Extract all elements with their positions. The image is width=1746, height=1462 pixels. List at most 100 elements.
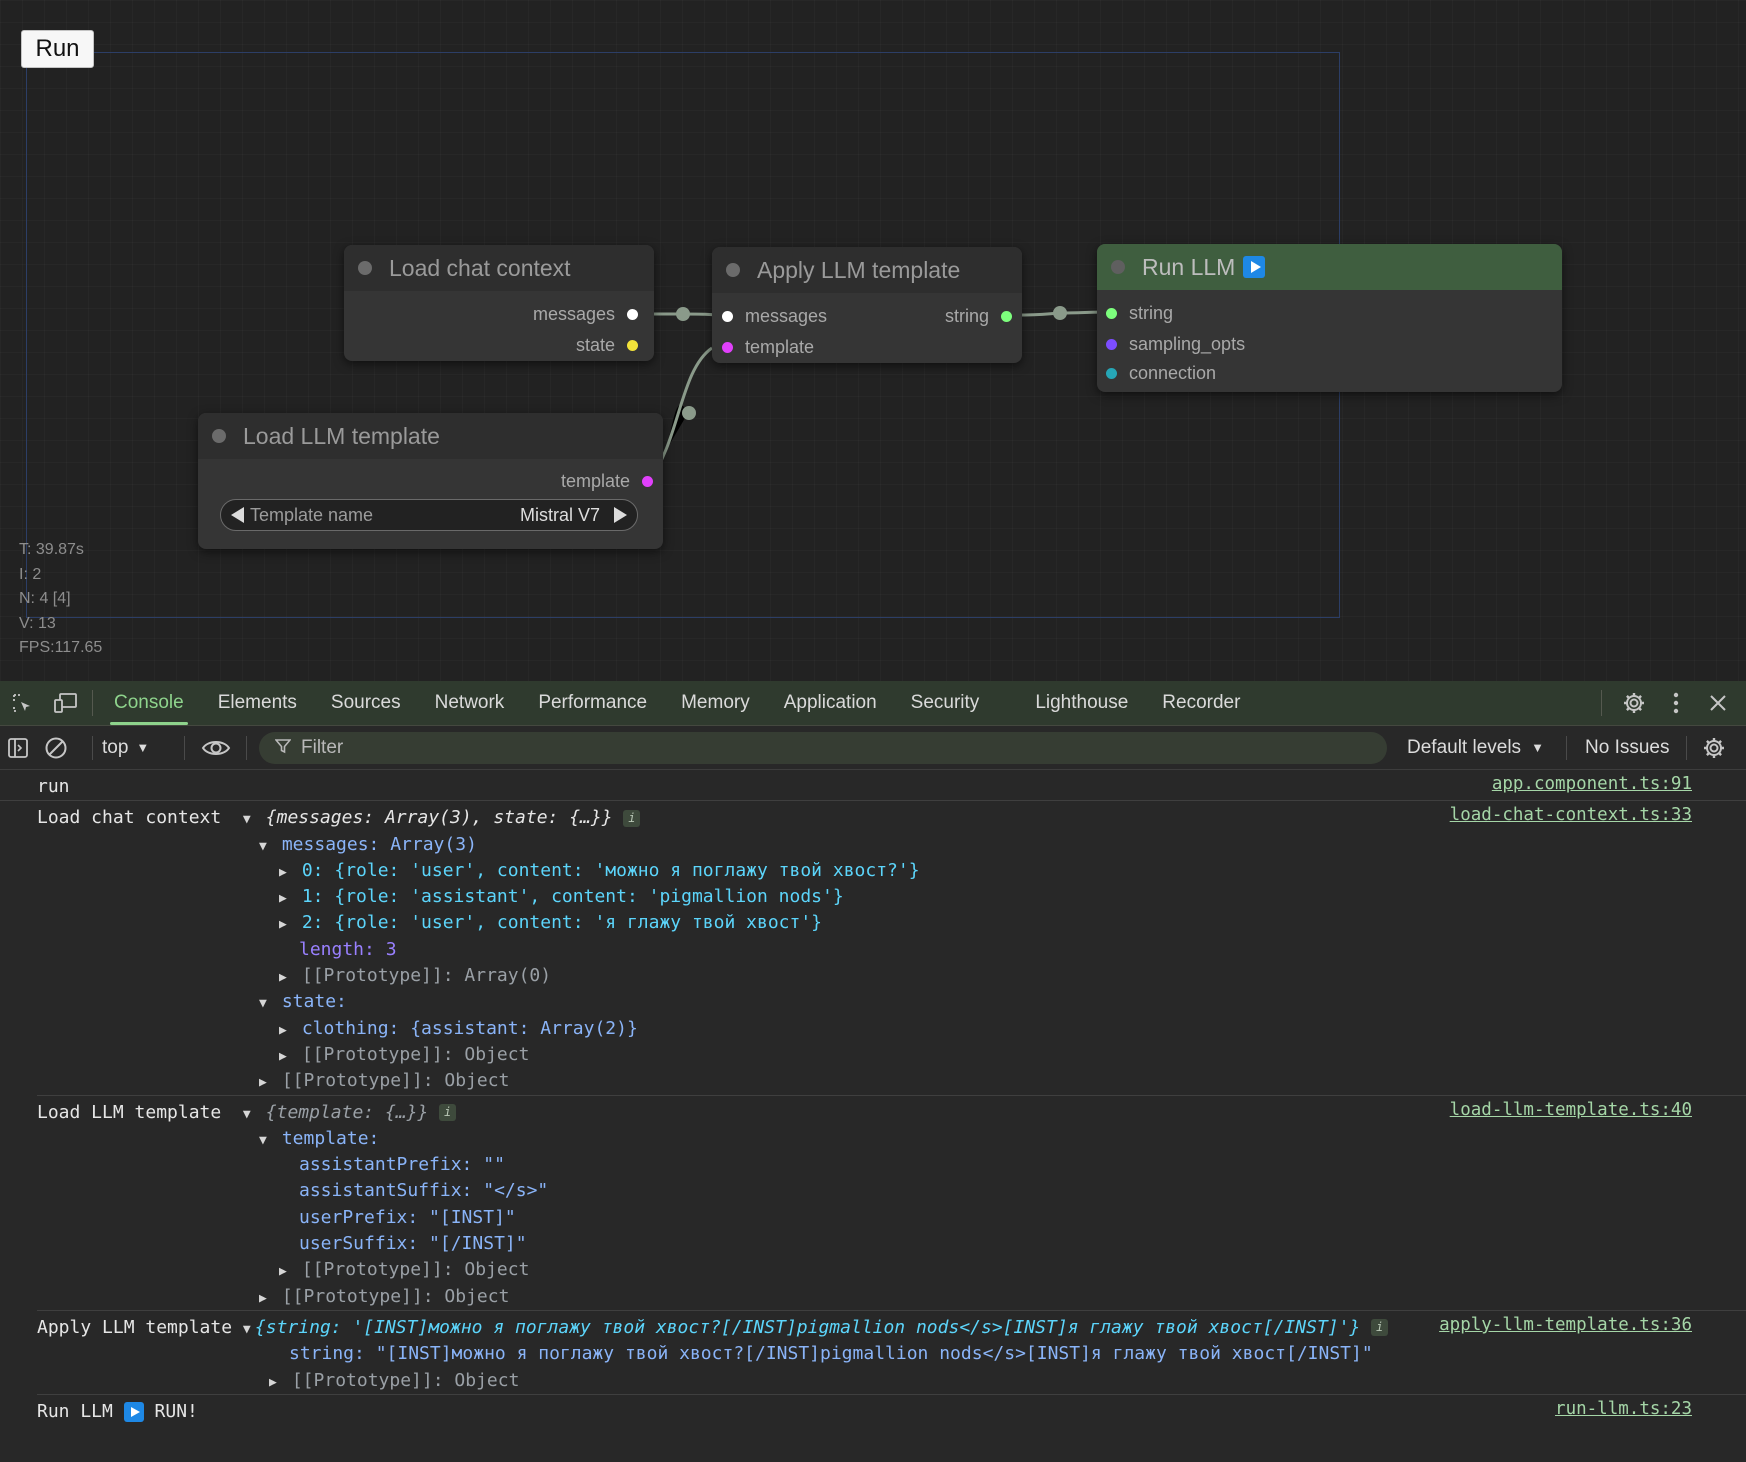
expand-triangle-icon[interactable]: ▼: [259, 991, 271, 1017]
output-slot-string[interactable]: string: [945, 306, 1012, 327]
console-message-load-llm-template: load-llm-template.ts:40 Load LLM templat…: [37, 1096, 1746, 1311]
prototype-object[interactable]: [[Prototype]]: Object: [302, 1259, 530, 1280]
tab-recorder[interactable]: Recorder: [1145, 681, 1257, 725]
slot-dot[interactable]: [722, 342, 733, 353]
expand-triangle-icon[interactable]: ▼: [243, 807, 255, 833]
more-options-icon[interactable]: [1658, 681, 1694, 725]
device-toolbar-icon[interactable]: [44, 681, 88, 725]
expand-triangle-icon[interactable]: ▼: [243, 1317, 255, 1341]
tab-performance[interactable]: Performance: [521, 681, 664, 725]
expand-triangle-icon[interactable]: ▶: [269, 1370, 281, 1396]
property-clothing[interactable]: clothing: {assistant: Array(2)}: [302, 1018, 638, 1039]
object-summary[interactable]: {template: {…}}: [266, 1102, 429, 1123]
expand-triangle-icon[interactable]: ▼: [259, 834, 271, 860]
expand-triangle-icon[interactable]: ▶: [279, 1044, 291, 1070]
clear-console-icon[interactable]: [36, 726, 76, 770]
node-title[interactable]: Run LLM: [1097, 244, 1562, 290]
tab-lighthouse[interactable]: Lighthouse: [1018, 681, 1145, 725]
prototype-object[interactable]: [[Prototype]]: Object: [292, 1370, 520, 1391]
output-slot-state[interactable]: state: [576, 335, 638, 356]
tab-network[interactable]: Network: [418, 681, 522, 725]
slot-dot[interactable]: [627, 309, 638, 320]
property-assistant-suffix: assistantSuffix: "</s>": [299, 1180, 549, 1202]
inspect-element-icon[interactable]: [0, 681, 44, 725]
slot-label: state: [575, 335, 615, 355]
tab-security[interactable]: Security: [894, 681, 997, 725]
slot-dot[interactable]: [627, 340, 638, 351]
info-icon: i: [623, 809, 641, 827]
slot-dot[interactable]: [1001, 311, 1012, 322]
input-slot-template[interactable]: template: [722, 337, 814, 358]
tab-elements[interactable]: Elements: [201, 681, 314, 725]
context-select[interactable]: top ▼: [102, 737, 149, 759]
combo-prev-arrow-icon[interactable]: [231, 507, 244, 523]
tab-memory[interactable]: Memory: [664, 681, 767, 725]
node-load-chat-context[interactable]: Load chat context messages state: [344, 245, 654, 361]
input-slot-messages[interactable]: messages: [722, 306, 827, 327]
output-slot-template[interactable]: template: [561, 471, 653, 492]
prototype-object[interactable]: [[Prototype]]: Object: [282, 1070, 510, 1091]
tab-application[interactable]: Application: [767, 681, 894, 725]
combo-next-arrow-icon[interactable]: [614, 507, 627, 523]
property-state[interactable]: state:: [282, 991, 347, 1012]
input-slot-string[interactable]: string: [1106, 303, 1173, 324]
slot-dot[interactable]: [1106, 308, 1117, 319]
array-item-0[interactable]: 0: {role: 'user', content: 'можно я погл…: [302, 860, 920, 881]
slot-dot[interactable]: [1106, 368, 1117, 379]
expand-triangle-icon[interactable]: ▶: [279, 1018, 291, 1044]
output-slot-messages[interactable]: messages: [533, 304, 638, 325]
expand-triangle-icon[interactable]: ▶: [279, 965, 291, 991]
property-messages[interactable]: messages: Array(3): [282, 834, 477, 855]
console-settings-gear-icon[interactable]: [1694, 726, 1734, 770]
slot-dot[interactable]: [1106, 339, 1117, 350]
expand-triangle-icon[interactable]: ▶: [259, 1286, 271, 1312]
expand-triangle-icon[interactable]: ▶: [279, 912, 291, 938]
slot-dot[interactable]: [642, 476, 653, 487]
console-label: Load LLM template: [37, 1101, 222, 1123]
node-collapse-dot[interactable]: [212, 429, 226, 443]
default-levels-select[interactable]: Default levels ▼: [1407, 737, 1544, 759]
slot-label: string: [1129, 303, 1174, 323]
expand-triangle-icon[interactable]: ▶: [279, 886, 291, 912]
node-collapse-dot[interactable]: [1111, 260, 1125, 274]
filter-input[interactable]: Filter: [259, 732, 1387, 764]
expand-triangle-icon[interactable]: ▼: [259, 1128, 271, 1154]
settings-gear-icon[interactable]: [1616, 681, 1652, 725]
node-title[interactable]: Load LLM template: [198, 413, 663, 459]
run-button[interactable]: Run: [21, 30, 94, 68]
property-template[interactable]: template:: [282, 1128, 380, 1149]
expand-triangle-icon[interactable]: ▶: [279, 1259, 291, 1285]
node-run-llm[interactable]: Run LLM string sampling_opts connection: [1097, 244, 1562, 392]
array-item-2[interactable]: 2: {role: 'user', content: 'я глажу твой…: [302, 912, 822, 933]
expand-triangle-icon[interactable]: ▶: [259, 1070, 271, 1096]
node-title[interactable]: Apply LLM template: [712, 247, 1022, 293]
tab-sources[interactable]: Sources: [314, 681, 418, 725]
source-link[interactable]: app.component.ts:91: [1492, 774, 1692, 794]
input-slot-connection[interactable]: connection: [1106, 363, 1216, 384]
node-load-llm-template[interactable]: Load LLM template template Template name…: [198, 413, 663, 549]
graph-canvas[interactable]: Run Load chat context messages state App…: [0, 0, 1746, 681]
prototype-object[interactable]: [[Prototype]]: Object: [282, 1286, 510, 1307]
array-item-1[interactable]: 1: {role: 'assistant', content: 'pigmall…: [302, 886, 844, 907]
expand-triangle-icon[interactable]: ▶: [279, 860, 291, 886]
prototype-array[interactable]: [[Prototype]]: Array(0): [302, 965, 551, 986]
tab-console[interactable]: Console: [97, 681, 201, 725]
prototype-object[interactable]: [[Prototype]]: Object: [302, 1044, 530, 1065]
object-summary[interactable]: {messages: Array(3), state: {…}}: [266, 807, 613, 828]
node-collapse-dot[interactable]: [358, 261, 372, 275]
expand-triangle-icon[interactable]: ▼: [243, 1102, 255, 1128]
node-apply-llm-template[interactable]: Apply LLM template messages template str…: [712, 247, 1022, 363]
live-expression-eye-icon[interactable]: [196, 726, 236, 770]
issues-counter[interactable]: No Issues: [1585, 737, 1669, 759]
input-slot-sampling-opts[interactable]: sampling_opts: [1106, 334, 1245, 355]
sidebar-toggle-icon[interactable]: [0, 726, 36, 770]
source-link[interactable]: apply-llm-template.ts:36: [1439, 1315, 1692, 1335]
node-title-text: Load chat context: [389, 254, 571, 281]
object-summary[interactable]: {string: '[INST]можно я поглажу твой хво…: [255, 1317, 1360, 1338]
node-title[interactable]: Load chat context: [344, 245, 654, 291]
node-collapse-dot[interactable]: [726, 263, 740, 277]
close-icon[interactable]: [1700, 681, 1736, 725]
devtools-tabbar: Console Elements Sources Network Perform…: [0, 681, 1746, 726]
template-name-combo[interactable]: Template name Mistral V7: [220, 499, 638, 531]
slot-dot[interactable]: [722, 311, 733, 322]
